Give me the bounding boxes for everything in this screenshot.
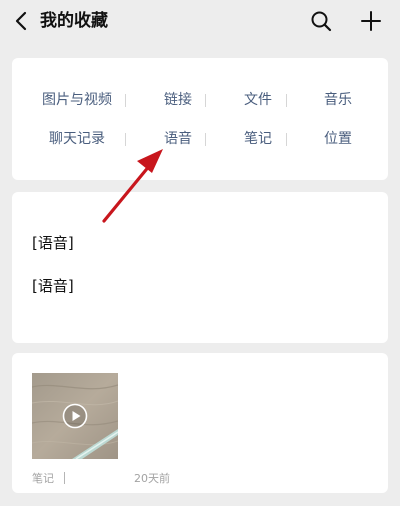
category-row: 图片与视频 链接 文件 音乐 xyxy=(12,88,388,112)
category-row: 聊天记录 语音 笔记 位置 xyxy=(12,127,388,151)
note-type-label: 笔记 xyxy=(32,472,54,485)
page-title: 我的收藏 xyxy=(40,11,108,31)
search-button[interactable] xyxy=(306,6,336,36)
plus-icon xyxy=(361,11,381,31)
chevron-left-icon xyxy=(15,11,27,31)
note-time-label: 20天前 xyxy=(134,472,170,485)
category-voice[interactable]: 语音 xyxy=(138,127,218,151)
category-divider xyxy=(125,94,126,107)
play-icon xyxy=(62,403,88,429)
category-divider xyxy=(286,133,287,146)
category-divider xyxy=(125,133,126,146)
category-photos-videos[interactable]: 图片与视频 xyxy=(16,88,138,112)
meta-divider xyxy=(64,472,65,484)
top-bar: 我的收藏 xyxy=(0,0,400,44)
category-divider xyxy=(205,133,206,146)
category-chat-history[interactable]: 聊天记录 xyxy=(16,127,138,151)
category-music[interactable]: 音乐 xyxy=(298,88,378,112)
category-divider xyxy=(205,94,206,107)
category-location[interactable]: 位置 xyxy=(298,127,378,151)
voice-note-card[interactable]: [语音] [语音] xyxy=(12,192,388,343)
category-links[interactable]: 链接 xyxy=(138,88,218,112)
category-divider xyxy=(286,94,287,107)
voice-item: [语音] xyxy=(32,234,74,252)
category-card: 图片与视频 链接 文件 音乐 聊天记录 语音 笔记 位置 xyxy=(12,58,388,180)
media-note-card[interactable]: 笔记 20天前 xyxy=(12,353,388,493)
search-icon xyxy=(311,11,332,32)
voice-item: [语音] xyxy=(32,277,74,295)
video-thumbnail[interactable] xyxy=(32,373,118,459)
back-button[interactable] xyxy=(8,8,34,34)
add-button[interactable] xyxy=(356,6,386,36)
